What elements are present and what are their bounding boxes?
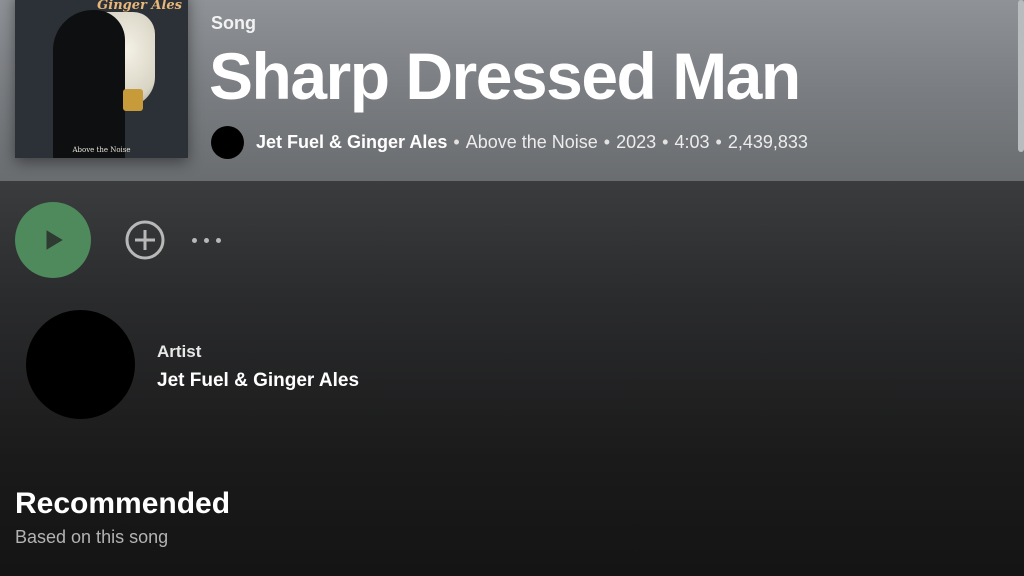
recommended-subtitle: Based on this song <box>15 527 169 547</box>
play-icon <box>46 230 63 250</box>
cover-person-silhouette <box>53 10 125 158</box>
add-to-library-button[interactable] <box>125 220 165 260</box>
artist-section-label: Artist <box>157 342 202 361</box>
cover-subtitle-text: Above the Noise <box>72 146 131 154</box>
recommended-heading: Recommended <box>15 487 231 520</box>
artist-section-name[interactable]: Jet Fuel & Ginger Ales <box>157 370 359 392</box>
meta-separator: • <box>662 132 669 152</box>
meta-album-link[interactable]: Above the Noise <box>466 132 598 153</box>
meta-year: 2023 <box>616 132 657 152</box>
artist-avatar[interactable] <box>26 310 135 419</box>
meta-duration: 4:03 <box>674 132 710 152</box>
play-button[interactable] <box>15 202 91 278</box>
cover-glass-art <box>123 89 143 111</box>
meta-separator: • <box>603 132 611 152</box>
meta-play-count: 2,439,833 <box>727 132 808 152</box>
scrollbar[interactable] <box>1018 0 1024 152</box>
add-circle-icon <box>125 220 165 260</box>
cover-title-text: Ginger Ales <box>97 0 182 13</box>
meta-separator: • <box>715 132 722 152</box>
more-horizontal-icon <box>204 237 209 243</box>
song-meta: Jet Fuel & Ginger Ales • Above the Noise… <box>211 126 808 159</box>
song-title: Sharp Dressed Man <box>209 39 801 113</box>
more-horizontal-icon <box>192 237 197 243</box>
content-type-label: Song <box>211 13 256 33</box>
meta-separator: • <box>453 132 460 152</box>
album-cover[interactable]: Ginger Ales Above the Noise <box>15 0 188 158</box>
more-horizontal-icon <box>216 237 221 243</box>
artist-avatar-small[interactable] <box>211 126 244 159</box>
more-options-button[interactable] <box>192 232 228 248</box>
meta-artist-link[interactable]: Jet Fuel & Ginger Ales <box>256 132 447 153</box>
